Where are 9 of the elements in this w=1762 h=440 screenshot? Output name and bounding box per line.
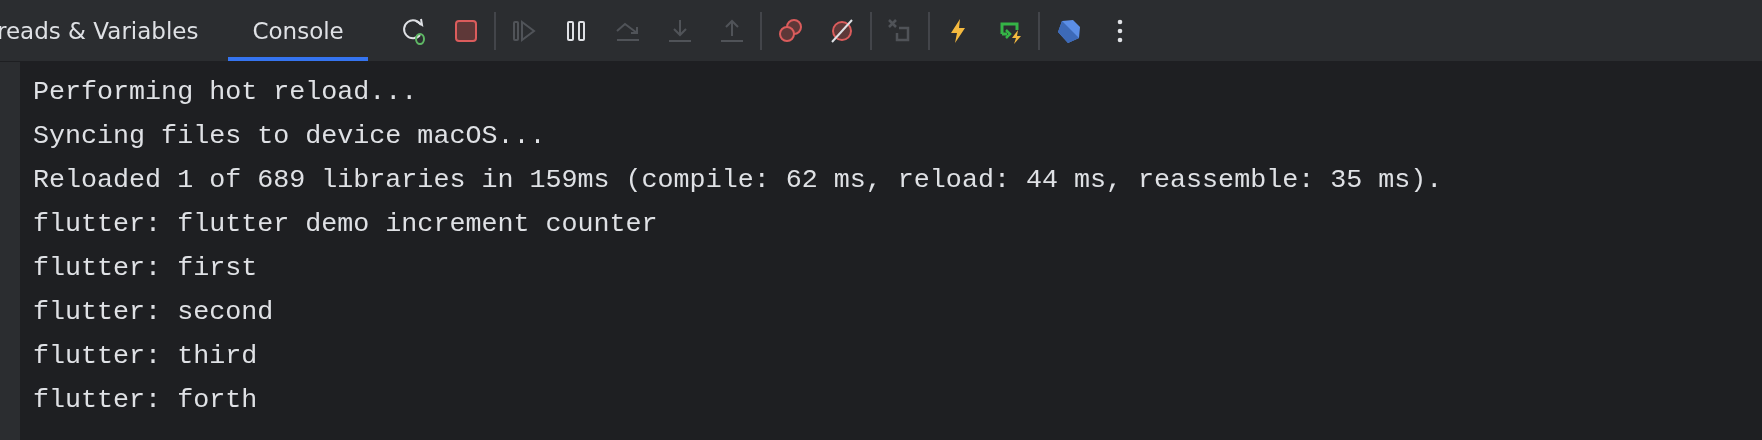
console-line: flutter: second bbox=[33, 296, 275, 329]
console-line: flutter: forth bbox=[33, 384, 259, 417]
console-line: Reloaded 1 of 689 libraries in 159ms (compile: 62 ms, reload: 44 ms, reassemble: 35 ms). bbox=[33, 164, 1443, 197]
tab[interactable]: Console bbox=[228, 0, 368, 61]
console-line: flutter: first bbox=[33, 252, 259, 285]
console-line: flutter: third bbox=[33, 340, 259, 373]
console-line: Syncing files to device macOS... bbox=[33, 120, 547, 153]
console-line: Performing hot reload... bbox=[33, 76, 419, 109]
console-line: flutter: flutter demo increment counter bbox=[33, 208, 659, 241]
